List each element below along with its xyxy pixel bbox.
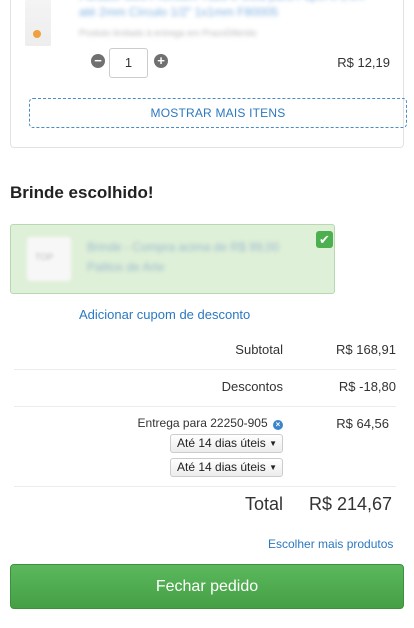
- chevron-down-icon: ▼: [269, 463, 277, 472]
- subtotal-label: Subtotal: [235, 342, 283, 357]
- delivery-label: Entrega para 22250-905 ×: [138, 416, 283, 430]
- discount-label: Descontos: [221, 379, 283, 394]
- delivery-option-select-1[interactable]: Até 14 dias úteis ▼: [170, 434, 283, 453]
- gift-selected-check-icon[interactable]: ✔: [316, 231, 333, 248]
- delivery-option-2-label: Até 14 dias úteis: [177, 460, 266, 474]
- subtotal-value: R$ 168,91: [336, 342, 396, 357]
- gift-heading: Brinde escolhido!: [10, 183, 154, 202]
- clear-cep-icon[interactable]: ×: [273, 420, 283, 430]
- delivery-row: Entrega para 22250-905 × R$ 64,56 Até 14…: [14, 407, 396, 487]
- quantity-minus-icon[interactable]: −: [91, 54, 105, 68]
- gift-thumbnail-text: TOP: [35, 252, 54, 262]
- delivery-value: R$ 64,56: [336, 416, 389, 431]
- subtotal-row: Subtotal R$ 168,91: [14, 332, 396, 370]
- chevron-down-icon: ▼: [269, 439, 277, 448]
- discount-row: Descontos R$ -18,80: [14, 370, 396, 407]
- product-title-link[interactable]: Furador Mini Premium Tubo e Cola para Pa…: [79, 0, 375, 20]
- checkout-button[interactable]: Fechar pedido: [10, 564, 404, 609]
- item-price: R$ 12,19: [337, 55, 390, 70]
- delivery-cep-text: Entrega para 22250-905: [137, 416, 268, 430]
- selected-gift-card[interactable]: TOP Brinde - Compra acima de R$ 99,00 Pa…: [10, 224, 335, 294]
- total-value: R$ 214,67: [309, 494, 393, 514]
- product-subtitle: Produto limitado à entrega em PrazoDifer…: [79, 28, 257, 38]
- product-thumbnail-dot: [33, 30, 41, 38]
- delivery-option-select-2[interactable]: Até 14 dias úteis ▼: [170, 458, 283, 477]
- total-label: Total: [245, 494, 284, 514]
- cart-item-card: × Furador Mini Premium Tubo e Cola para …: [10, 0, 407, 148]
- show-more-items-button[interactable]: MOSTRAR MAIS ITENS: [29, 98, 407, 128]
- choose-more-products-link[interactable]: Escolher mais produtos: [268, 537, 393, 551]
- gift-title: Brinde - Compra acima de R$ 99,00 Palito…: [87, 240, 280, 274]
- gift-thumbnail: TOP: [27, 237, 71, 281]
- product-thumbnail[interactable]: [25, 0, 51, 46]
- quantity-input[interactable]: 1: [109, 48, 148, 78]
- quantity-plus-icon[interactable]: +: [154, 54, 168, 68]
- discount-value: R$ -18,80: [338, 379, 396, 394]
- delivery-option-1-label: Até 14 dias úteis: [177, 436, 266, 450]
- add-coupon-link[interactable]: Adicionar cupom de desconto: [79, 307, 250, 322]
